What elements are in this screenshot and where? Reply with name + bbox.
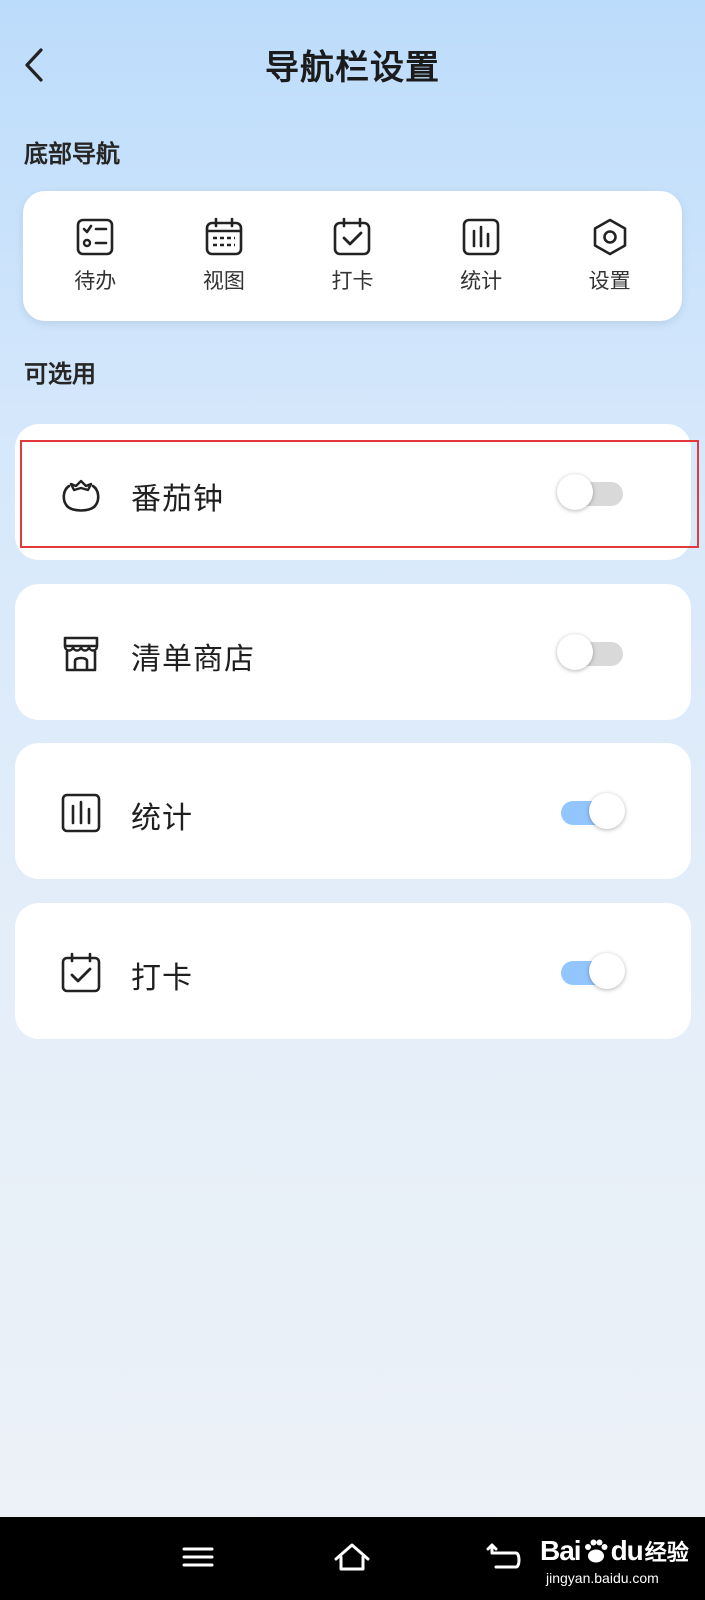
- checkin-toggle[interactable]: [557, 953, 625, 989]
- toggle-knob: [589, 793, 625, 829]
- list-store-toggle[interactable]: [557, 634, 625, 670]
- nav-item-checkin[interactable]: 打卡: [302, 217, 402, 295]
- return-icon: [486, 1543, 521, 1569]
- nav-label: 设置: [588, 269, 631, 293]
- baidu-watermark: Bai du 经验: [540, 1535, 689, 1567]
- tomato-icon: [62, 479, 100, 512]
- menu-icon: [182, 1547, 214, 1567]
- toggle-knob: [557, 474, 593, 510]
- nav-label: 打卡: [331, 269, 374, 293]
- nav-label: 视图: [202, 269, 245, 293]
- option-row-list-store[interactable]: 清单商店: [15, 584, 691, 720]
- home-button[interactable]: [330, 1537, 374, 1577]
- statistics-chart-icon: [462, 218, 500, 256]
- home-icon: [334, 1543, 370, 1571]
- checkin-calendar-icon: [61, 952, 101, 993]
- statistics-toggle[interactable]: [557, 793, 625, 829]
- section-label-available: 可选用: [24, 360, 96, 388]
- statistics-chart-icon: [61, 793, 101, 833]
- nav-label: 待办: [74, 269, 117, 293]
- watermark-url: jingyan.baidu.com: [546, 1570, 659, 1586]
- checkin-calendar-icon: [334, 217, 371, 256]
- toggle-knob: [589, 953, 625, 989]
- store-icon: [63, 636, 99, 672]
- option-label: 番茄钟: [131, 482, 224, 517]
- watermark-brand-left: Bai: [540, 1535, 582, 1566]
- bottom-nav-preview: 待办 视图 打卡 统计 设置: [23, 191, 682, 321]
- menu-button[interactable]: [176, 1537, 220, 1577]
- option-label: 打卡: [131, 961, 193, 996]
- hexagon-settings-icon: [593, 218, 626, 256]
- option-row-checkin[interactable]: 打卡: [15, 903, 691, 1039]
- option-label: 清单商店: [131, 642, 255, 677]
- watermark-product: 经验: [644, 1541, 689, 1566]
- pomodoro-toggle[interactable]: [557, 474, 625, 510]
- todo-list-icon: [76, 218, 114, 256]
- calendar-grid-icon: [205, 217, 243, 256]
- nav-item-view[interactable]: 视图: [174, 217, 274, 295]
- section-label-bottom-nav: 底部导航: [24, 140, 120, 168]
- option-label: 统计: [131, 801, 193, 836]
- nav-item-todo[interactable]: 待办: [45, 217, 145, 295]
- option-row-statistics[interactable]: 统计: [15, 743, 691, 879]
- back-system-button[interactable]: [484, 1537, 528, 1577]
- toggle-knob: [557, 634, 593, 670]
- nav-label: 统计: [460, 269, 503, 293]
- paw-icon: [584, 1539, 608, 1563]
- nav-item-settings[interactable]: 设置: [560, 217, 660, 295]
- header-bar: 导航栏设置: [0, 0, 705, 130]
- watermark-brand-right: du: [610, 1535, 644, 1566]
- page-title: 导航栏设置: [265, 48, 440, 88]
- nav-item-statistics[interactable]: 统计: [431, 217, 531, 295]
- option-row-pomodoro[interactable]: 番茄钟: [15, 424, 691, 560]
